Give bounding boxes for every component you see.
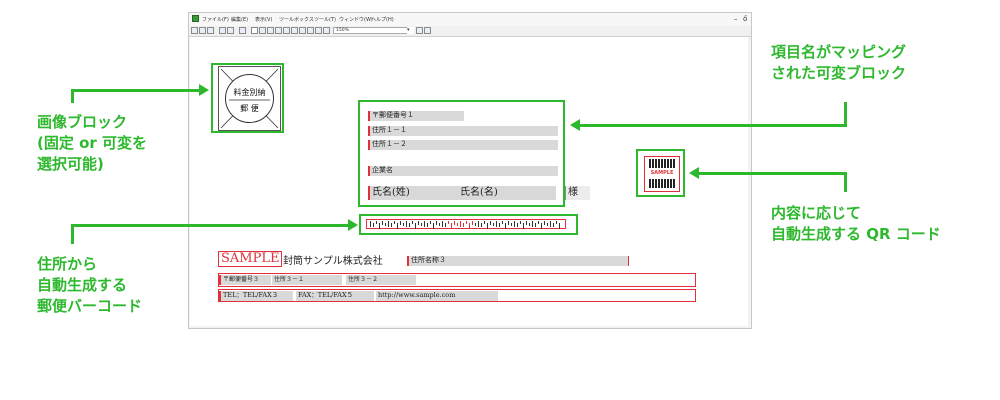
menu-file[interactable]: ファイル(F) xyxy=(202,16,229,23)
sender-company-text[interactable]: 封筒サンプル株式会社 xyxy=(283,252,383,267)
menu-window[interactable]: ウィンドウ(W) xyxy=(339,16,373,23)
image-callout-line1: 画像ブロック xyxy=(37,113,128,131)
sender-address-name-field[interactable]: 住所名称３ xyxy=(407,256,629,266)
qr-callout-connector-h xyxy=(698,172,847,175)
open-icon[interactable] xyxy=(199,27,206,34)
rotate-icon[interactable] xyxy=(259,27,266,34)
image-block-highlight xyxy=(211,63,284,133)
pointer-icon[interactable] xyxy=(251,27,258,34)
image-block-callout: 画像ブロック (固定 or 可変を 選択可能) xyxy=(37,112,147,175)
qr-block-highlight xyxy=(636,149,685,197)
rect-icon[interactable] xyxy=(291,27,298,34)
text-icon[interactable] xyxy=(275,27,282,34)
sample-logo-text[interactable]: SAMPLE xyxy=(218,251,283,267)
qr-callout-line1: 内容に応じて xyxy=(771,204,862,222)
ellipse-icon[interactable] xyxy=(307,27,314,34)
mapped-callout-line2: された可変ブロック xyxy=(771,64,907,82)
restore-button[interactable]: ő xyxy=(743,15,747,23)
menu-bar: ファイル(F) 編集(E) 表示(V) ツールボックス ツール(T) ウィンドウ… xyxy=(189,13,751,26)
image-callout-line3: 選択可能) xyxy=(37,155,104,173)
zoom-select[interactable]: 150% xyxy=(333,27,413,34)
mapped-callout-line1: 項目名がマッピング xyxy=(771,43,907,61)
barcode-callout-line1: 住所から xyxy=(37,255,98,273)
honorific-field[interactable]: 様 xyxy=(565,186,590,200)
barcode-callout-line3: 郵便バーコード xyxy=(37,297,143,315)
qr-code-callout: 内容に応じて 自動生成する QR コード xyxy=(771,203,941,245)
barcode-callout: 住所から 自動生成する 郵便バーコード xyxy=(37,254,142,317)
barcode-icon[interactable] xyxy=(315,27,322,34)
menu-edit[interactable]: 編集(E) xyxy=(231,16,248,23)
menu-help[interactable]: ヘルプ(H) xyxy=(371,16,394,23)
image-callout-line2: (固定 or 可変を xyxy=(37,134,148,152)
image-callout-arrow xyxy=(199,84,209,96)
sender-fax-field[interactable]: FAX：TEL/FAX５ xyxy=(296,291,374,301)
qr-icon[interactable] xyxy=(323,27,330,34)
qr-callout-arrow xyxy=(689,167,699,179)
table-icon[interactable] xyxy=(283,27,290,34)
image-callout-connector-h xyxy=(71,89,201,92)
menu-toolbox[interactable]: ツールボックス xyxy=(279,16,314,23)
mapped-callout-connector-h xyxy=(579,124,847,127)
print-setup-icon[interactable] xyxy=(239,27,246,34)
print-icon[interactable] xyxy=(219,27,226,34)
copy-icon[interactable] xyxy=(416,27,423,34)
barcode-callout-connector-v xyxy=(71,224,74,244)
qr-callout-connector-v xyxy=(844,172,847,192)
app-icon xyxy=(192,15,199,22)
barcode-callout-connector-h xyxy=(71,224,350,227)
menu-view[interactable]: 表示(V) xyxy=(255,16,272,23)
mapped-callout-connector-v xyxy=(844,102,847,126)
mapped-block-callout: 項目名がマッピング された可変ブロック xyxy=(771,42,906,84)
save-icon[interactable] xyxy=(207,27,214,34)
image-icon[interactable] xyxy=(267,27,274,34)
preview-icon[interactable] xyxy=(227,27,234,34)
qr-callout-line2: 自動生成する QR コード xyxy=(771,225,941,243)
sender-address32-field[interactable]: 住所３－２ xyxy=(346,275,416,285)
paste-icon[interactable] xyxy=(424,27,431,34)
mapped-callout-arrow xyxy=(570,119,580,131)
barcode-callout-arrow xyxy=(348,219,358,231)
sender-url-field[interactable]: http://www.sample.com xyxy=(376,291,498,301)
sender-tel-field[interactable]: TEL：TEL/FAX３ xyxy=(219,291,293,301)
barcode-highlight xyxy=(359,214,578,235)
toolbar: 150% ▾ xyxy=(189,26,751,37)
line-icon[interactable] xyxy=(299,27,306,34)
menu-tools[interactable]: ツール(T) xyxy=(314,16,336,23)
new-icon[interactable] xyxy=(191,27,198,34)
minimize-button[interactable]: – xyxy=(734,15,738,23)
zoom-dropdown-icon[interactable]: ▾ xyxy=(407,27,414,34)
mapped-block-highlight xyxy=(358,100,565,207)
sender-postal-field[interactable]: 〒郵便番号３ xyxy=(219,275,271,285)
barcode-callout-line2: 自動生成する xyxy=(37,276,128,294)
sender-address31-field[interactable]: 住所３－１ xyxy=(272,275,342,285)
